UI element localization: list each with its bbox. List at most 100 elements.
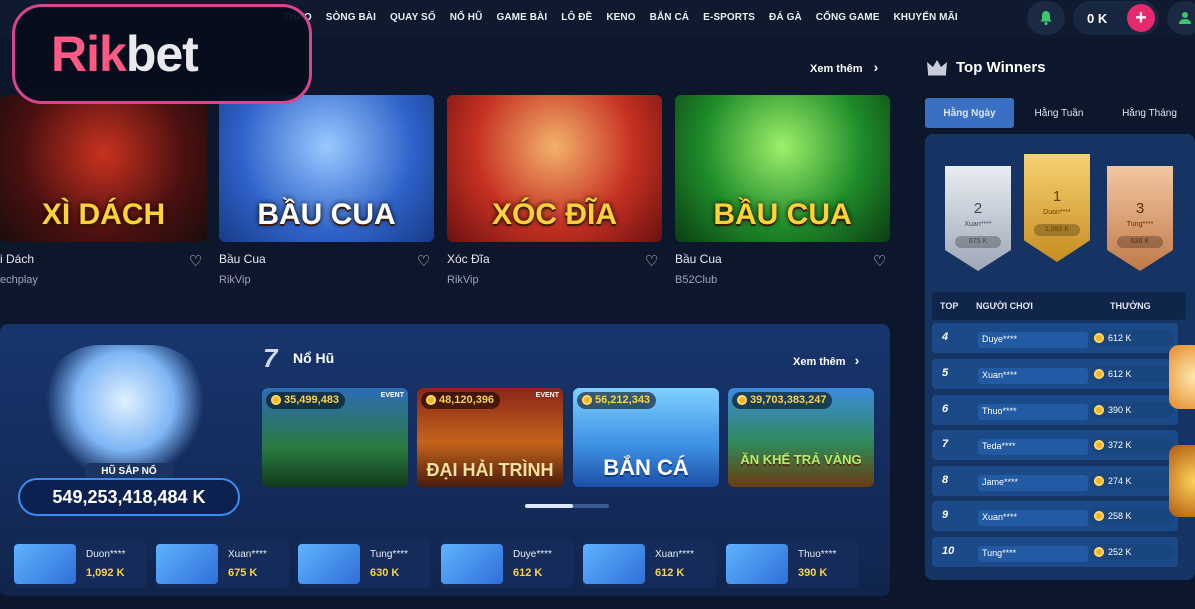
nav-item-cong-game[interactable]: CỔNG GAME — [816, 12, 880, 23]
winner-chip[interactable]: Thuo**** 390 K — [726, 540, 859, 588]
tab-daily[interactable]: Hằng Ngày — [925, 98, 1014, 128]
floating-promo-icon[interactable] — [1169, 345, 1195, 409]
tab-monthly[interactable]: Hằng Tháng — [1104, 98, 1195, 128]
heart-icon[interactable]: ♡ — [645, 252, 658, 270]
notification-button[interactable] — [1027, 1, 1065, 35]
pot-value: 549,253,418,484 K — [52, 487, 206, 507]
nav-item-lo-de[interactable]: LÔ ĐỀ — [561, 12, 592, 23]
row-reward-text: 258 K — [1108, 511, 1132, 521]
game-name: i Dách — [0, 252, 35, 266]
podium-rank: 1 — [1052, 188, 1062, 205]
winner-chip[interactable]: Xuan**** 675 K — [156, 540, 289, 588]
jackpot-game-title: ĂN KHẾ TRẢ VÀNG — [740, 452, 862, 467]
nav-item-khuyen-mai[interactable]: KHUYẾN MÃI — [893, 12, 957, 23]
game-card-title: BẦU CUA — [713, 198, 852, 231]
game-name: Bầu Cua — [219, 252, 266, 266]
row-rank: 4 — [942, 331, 949, 343]
account-button[interactable] — [1167, 1, 1195, 35]
row-reward: 612 K — [1090, 366, 1174, 382]
podium-amount: 630 K — [1117, 236, 1163, 248]
jackpot-amount-text: 48,120,396 — [439, 394, 495, 406]
header-reward: THƯỞNG — [1110, 301, 1151, 311]
floating-promo-icon[interactable] — [1169, 445, 1195, 517]
row-reward: 372 K — [1090, 437, 1174, 453]
deposit-button[interactable]: + — [1127, 4, 1155, 32]
header-top: TOP — [940, 301, 959, 311]
heart-icon[interactable]: ♡ — [189, 252, 202, 270]
tab-label: Hằng Tuần — [1034, 107, 1084, 119]
winner-name: Duye**** — [513, 549, 552, 560]
row-rank: 10 — [942, 545, 955, 557]
jackpot-game-1[interactable]: 35,499,483 EVENT — [262, 388, 408, 487]
no-hu-section-number: 7 — [263, 343, 278, 373]
coin-icon — [1094, 369, 1104, 379]
game-card-bau-cua-b52[interactable]: BẦU CUA — [675, 95, 890, 242]
nav-item-e-sports[interactable]: E-SPORTS — [703, 12, 755, 23]
leaderboard-row: 4 Duye**** 612 K — [932, 323, 1178, 353]
jackpot-game-3[interactable]: 56,212,343 BẮN CÁ — [573, 388, 719, 487]
winner-chip[interactable]: Duye**** 612 K — [441, 540, 574, 588]
row-reward-text: 274 K — [1108, 476, 1132, 486]
nav-item-song-bai[interactable]: SÒNG BÀI — [326, 12, 376, 23]
winner-name: Xuan**** — [228, 549, 267, 560]
top-winners-title: Top Winners — [956, 59, 1046, 76]
coin-icon — [1094, 405, 1104, 415]
leaderboard-row: 8 Jame**** 274 K — [932, 466, 1178, 496]
nav-item-da-ga[interactable]: ĐÁ GÀ — [769, 12, 802, 23]
winner-chip[interactable]: Xuan**** 612 K — [583, 540, 716, 588]
jackpot-game-title: BẮN CÁ — [603, 455, 689, 480]
heart-icon[interactable]: ♡ — [873, 252, 886, 270]
app-root: THAO SÒNG BÀI QUAY SỐ NỔ HŨ GAME BÀI LÔ … — [0, 0, 1195, 609]
game-card-title: XÌ DÁCH — [41, 198, 166, 231]
nav-item-ban-ca[interactable]: BẮN CÁ — [650, 12, 690, 23]
nav-item-quay-so[interactable]: QUAY SỐ — [390, 12, 436, 23]
coin-icon — [1094, 476, 1104, 486]
coin-icon — [1094, 511, 1104, 521]
carousel-indicator[interactable] — [525, 504, 609, 508]
winner-name: Tung**** — [370, 549, 408, 560]
row-reward: 252 K — [1090, 544, 1174, 560]
winner-name: Thuo**** — [798, 549, 837, 560]
row-reward: 258 K — [1090, 508, 1174, 524]
row-player: Teda**** — [978, 439, 1088, 455]
jackpot-amount: 35,499,483 — [266, 392, 346, 409]
leaderboard-row: 10 Tung**** 252 K — [932, 537, 1178, 567]
podium-rank-3: 3 Tung**** 630 K — [1107, 166, 1173, 271]
nav-item-game-bai[interactable]: GAME BÀI — [496, 12, 547, 23]
leaderboard-header: TOP NGƯỜI CHƠI THƯỞNG — [932, 292, 1186, 320]
jackpot-game-2[interactable]: 48,120,396 EVENT ĐẠI HẢI TRÌNH — [417, 388, 563, 487]
coin-icon — [1094, 333, 1104, 343]
nav-item-keno[interactable]: KENO — [606, 12, 635, 23]
crown-icon — [927, 60, 947, 76]
leaderboard-row: 7 Teda**** 372 K — [932, 430, 1178, 460]
winner-game-thumbnail — [156, 544, 218, 584]
tab-weekly[interactable]: Hằng Tuần — [1014, 98, 1104, 128]
game-card-xi-dach[interactable]: XÌ DÁCH — [0, 95, 207, 242]
game-provider: B52Club — [675, 274, 718, 286]
game-card-bau-cua-rikvip[interactable]: BẦU CUA — [219, 95, 434, 242]
winner-chip[interactable]: Tung**** 630 K — [298, 540, 431, 588]
podium-name: Duon**** — [1043, 209, 1071, 216]
winner-chip[interactable]: Duon**** 1,092 K — [14, 540, 147, 588]
winner-amount: 612 K — [513, 567, 543, 579]
event-badge: EVENT — [535, 392, 559, 399]
user-icon — [1179, 12, 1191, 24]
jackpot-game-4[interactable]: 39,703,383,247 ĂN KHẾ TRẢ VÀNG — [728, 388, 874, 487]
winner-amount: 675 K — [228, 567, 258, 579]
games-see-more-link[interactable]: Xem thêm › — [810, 59, 878, 75]
see-more-label: Xem thêm — [793, 356, 846, 368]
podium-amount: 675 K — [955, 236, 1001, 248]
heart-icon[interactable]: ♡ — [417, 252, 430, 270]
jackpot-see-more-link[interactable]: Xem thêm › — [793, 352, 859, 368]
event-badge: EVENT — [380, 392, 404, 399]
balance-display: 0 K + — [1073, 1, 1159, 35]
game-card-xoc-dia[interactable]: XÓC ĐĨA — [447, 95, 662, 242]
game-card-title: XÓC ĐĨA — [491, 198, 617, 231]
rikbet-logo[interactable]: Rik bet — [12, 4, 312, 104]
see-more-label: Xem thêm — [810, 63, 863, 75]
jackpot-amount-text: 39,703,383,247 — [750, 394, 827, 406]
balance-value: 0 K — [1087, 10, 1108, 26]
nav-item-no-hu[interactable]: NỔ HŨ — [450, 12, 483, 23]
row-player: Duye**** — [978, 332, 1088, 348]
row-rank: 5 — [942, 367, 949, 379]
